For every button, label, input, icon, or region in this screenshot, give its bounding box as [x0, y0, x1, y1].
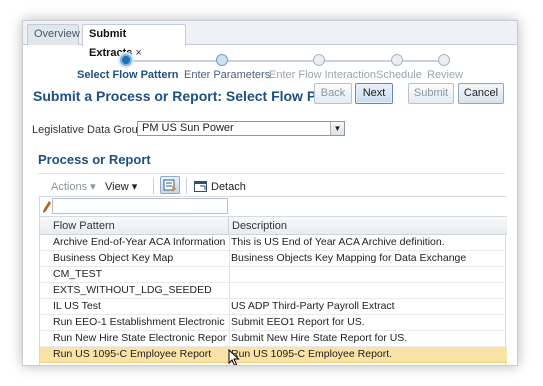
cell-description: This is US End of Year ACA Archive defin…: [231, 236, 445, 248]
detach-label: Detach: [211, 181, 246, 193]
flow-pattern-table: Flow Pattern Description Archive End-of-…: [39, 196, 507, 365]
table-toolbar: Actions ▾ View ▾ Detach: [38, 173, 505, 195]
query-by-example-icon: [163, 179, 177, 193]
cell-description: Submit EEO1 Report for US.: [231, 316, 365, 328]
tab-bar: Overview Submit Extracts ×: [23, 21, 517, 59]
table-row[interactable]: Run US 1095-C Employee Report Run US 1095…: [40, 347, 507, 363]
table-row[interactable]: Business Object Key Map Business Objects …: [40, 251, 507, 267]
next-button[interactable]: Next: [355, 83, 393, 104]
cell-description: Business Objects Key Mapping for Data Ex…: [231, 252, 467, 264]
tab-submit-extracts[interactable]: Submit Extracts ×: [82, 24, 186, 59]
cell-description: [231, 283, 505, 299]
chevron-down-icon[interactable]: ▼: [330, 122, 344, 135]
back-button[interactable]: Back: [314, 83, 352, 104]
toolbar-divider: [186, 178, 187, 194]
cell-flow-pattern: EXTS_WITHOUT_LDG_SEEDED: [53, 284, 212, 296]
mouse-cursor-icon: [228, 349, 240, 365]
cell-description: [231, 267, 505, 283]
table-header: Flow Pattern Description: [40, 217, 507, 235]
train-label-enter-flow-interaction: Enter Flow Interaction: [269, 69, 376, 81]
submit-button[interactable]: Submit: [408, 83, 454, 104]
table-row[interactable]: Run EEO-1 Establishment Electronic R... S…: [40, 315, 507, 331]
train-label-select-flow-pattern[interactable]: Select Flow Pattern: [77, 69, 178, 81]
cell-description: US ADP Third-Party Payroll Extract: [231, 300, 395, 312]
toolbar-divider: [153, 178, 154, 194]
cell-flow-pattern: Business Object Key Map: [53, 252, 174, 264]
page-title: Submit a Process or Report: Select Flow …: [33, 88, 327, 104]
cancel-button[interactable]: Cancel: [458, 83, 504, 104]
ldg-label: Legislative Data Group: [32, 124, 144, 136]
detach-icon: [194, 181, 207, 192]
cell-description: Run US 1095-C Employee Report.: [231, 348, 393, 360]
view-menu[interactable]: View ▾: [105, 180, 137, 193]
train-stop-enter-parameters[interactable]: [216, 54, 228, 66]
ldg-select[interactable]: PM US Sun Power ▼: [137, 121, 345, 136]
app-window: Overview Submit Extracts × Select Flow Pa…: [22, 20, 518, 366]
column-header-flow-pattern[interactable]: Flow Pattern: [40, 217, 229, 235]
query-by-example-button[interactable]: [160, 176, 180, 194]
cell-description: Submit New Hire State Report for US.: [231, 332, 408, 344]
tab-overview-label: Overview: [34, 28, 80, 40]
train-stop-select-flow-pattern[interactable]: [120, 54, 132, 66]
table-row[interactable]: Run New Hire State Electronic Report Subm…: [40, 331, 507, 347]
cell-flow-pattern: IL US Test: [53, 300, 101, 312]
cell-flow-pattern: CM_TEST: [53, 268, 103, 280]
filter-input-flow-pattern[interactable]: [52, 198, 228, 214]
tab-overview[interactable]: Overview: [27, 24, 80, 45]
train-stop-schedule: [391, 54, 403, 66]
train-stop-enter-flow-interaction: [313, 54, 325, 66]
table-row[interactable]: CM_TEST: [40, 267, 507, 283]
column-header-description[interactable]: Description: [229, 217, 506, 235]
cell-flow-pattern: Run US 1095-C Employee Report: [53, 348, 212, 360]
train-label-review: Review: [427, 69, 464, 81]
train-stop-review: [438, 54, 450, 66]
table-row[interactable]: EXTS_WITHOUT_LDG_SEEDED: [40, 283, 507, 299]
filter-row: [40, 197, 507, 217]
cell-flow-pattern: Archive End-of-Year ACA Information: [53, 236, 226, 248]
train-label-enter-parameters[interactable]: Enter Parameters: [184, 69, 270, 81]
filter-icon[interactable]: [42, 200, 52, 214]
table-row[interactable]: Archive End-of-Year ACA Information This …: [40, 235, 507, 251]
section-title: Process or Report: [38, 152, 151, 167]
actions-menu[interactable]: Actions ▾: [51, 180, 96, 193]
ldg-select-value: PM US Sun Power: [142, 122, 234, 134]
cell-flow-pattern: Run New Hire State Electronic Report: [53, 332, 227, 344]
close-icon[interactable]: ×: [135, 47, 141, 59]
cell-flow-pattern: Run EEO-1 Establishment Electronic R...: [53, 316, 227, 328]
train-label-schedule: Schedule: [376, 69, 422, 81]
table-row[interactable]: IL US Test US ADP Third-Party Payroll Ext…: [40, 299, 507, 315]
detach-button[interactable]: Detach: [194, 180, 246, 193]
